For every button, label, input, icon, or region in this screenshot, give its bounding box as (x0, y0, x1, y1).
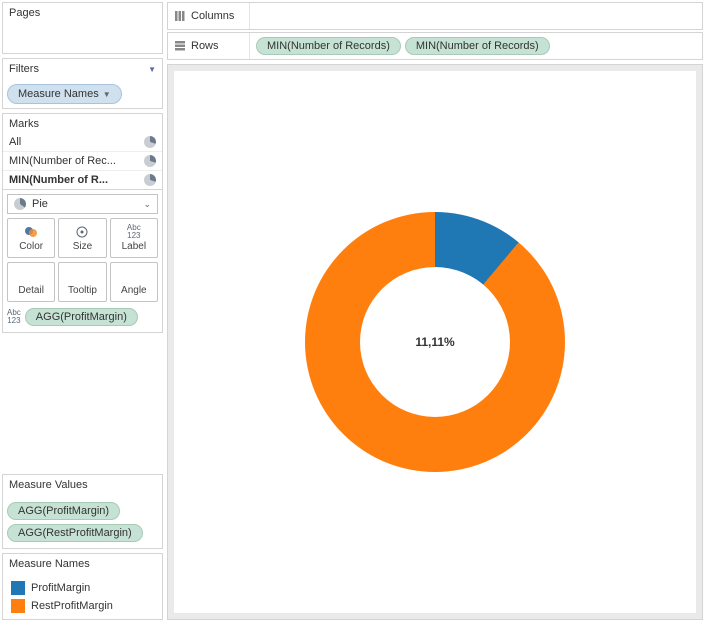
left-pane: Pages Filters ▼ Measure Names ▼ Marks Al… (0, 0, 165, 622)
rows-pill-2[interactable]: MIN(Number of Records) (405, 37, 550, 55)
marks-cards-list: All MIN(Number of Rec... MIN(Number of R… (3, 133, 162, 189)
pages-header: Pages (3, 3, 162, 24)
rows-icon (174, 40, 186, 52)
donut-chart: 11,11% (305, 212, 565, 472)
angle-label: Angle (121, 285, 147, 296)
marks-row-label: All (9, 136, 21, 148)
filters-dropdown-caret[interactable]: ▼ (148, 65, 156, 74)
filters-panel: Filters ▼ Measure Names ▼ (2, 58, 163, 109)
marks-body: Pie ⌄ Color Size Abc123 (3, 189, 162, 332)
legend-label: RestProfitMargin (31, 600, 113, 612)
filter-pill-label: Measure Names (18, 88, 99, 100)
filters-body: Measure Names ▼ (3, 80, 162, 108)
measure-names-body: ProfitMargin RestProfitMargin (3, 575, 162, 619)
legend-swatch (11, 599, 25, 613)
marks-header: Marks (3, 114, 162, 133)
size-label: Size (73, 241, 92, 252)
pages-panel: Pages (2, 2, 163, 54)
mark-type-label: Pie (32, 198, 48, 210)
pie-icon (144, 136, 156, 148)
marks-row-min1[interactable]: MIN(Number of Rec... (3, 151, 162, 170)
marks-row-label: MIN(Number of R... (9, 174, 108, 186)
pages-title: Pages (9, 7, 40, 19)
columns-shelf-label: Columns (168, 3, 250, 29)
label-icon: Abc123 (7, 309, 21, 325)
donut-center-label: 11,11% (415, 335, 454, 349)
color-button[interactable]: Color (7, 218, 55, 258)
label-button[interactable]: Abc123 Label (110, 218, 158, 258)
measure-names-title: Measure Names (9, 558, 90, 570)
tooltip-label: Tooltip (68, 285, 97, 296)
columns-shelf[interactable]: Columns (167, 2, 703, 30)
measure-values-panel: Measure Values AGG(ProfitMargin) AGG(Res… (2, 474, 163, 549)
spacer (2, 337, 163, 470)
legend-swatch (11, 581, 25, 595)
marks-row-min2[interactable]: MIN(Number of R... (3, 170, 162, 189)
detail-label: Detail (18, 285, 44, 296)
pie-icon (144, 155, 156, 167)
color-icon (24, 225, 38, 239)
tooltip-button[interactable]: Tooltip (58, 262, 106, 302)
marks-row-label: MIN(Number of Rec... (9, 155, 116, 167)
mark-buttons-row1: Color Size Abc123 Label (7, 218, 158, 258)
measure-values-body: AGG(ProfitMargin) AGG(RestProfitMargin) (3, 496, 162, 548)
label-pill-row: Abc123 AGG(ProfitMargin) (7, 306, 158, 328)
measure-value-pill-2[interactable]: AGG(RestProfitMargin) (7, 524, 143, 542)
mark-type-select[interactable]: Pie ⌄ (7, 194, 158, 214)
marks-panel: Marks All MIN(Number of Rec... MIN(Numbe… (2, 113, 163, 333)
size-button[interactable]: Size (58, 218, 106, 258)
columns-shelf-content[interactable] (250, 3, 702, 29)
pie-icon (14, 198, 26, 210)
label-icon: Abc123 (127, 225, 141, 239)
filters-title: Filters (9, 63, 39, 75)
columns-label-text: Columns (191, 10, 234, 22)
marks-title: Marks (9, 118, 39, 130)
color-label: Color (19, 241, 43, 252)
detail-button[interactable]: Detail (7, 262, 55, 302)
mark-buttons-row2: Detail Tooltip Angle (7, 262, 158, 302)
legend-label: ProfitMargin (31, 582, 90, 594)
size-icon (75, 225, 89, 239)
legend-item-restprofitmargin[interactable]: RestProfitMargin (7, 597, 158, 615)
viz-area: 11,11% (167, 64, 703, 620)
filters-header: Filters ▼ (3, 59, 162, 80)
measure-value-pill-1[interactable]: AGG(ProfitMargin) (7, 502, 120, 520)
chevron-down-icon: ⌄ (143, 199, 151, 210)
chevron-down-icon: ▼ (103, 90, 111, 99)
marks-row-all[interactable]: All (3, 133, 162, 151)
measure-names-header: Measure Names (3, 554, 162, 575)
rows-label-text: Rows (191, 40, 219, 52)
viz-canvas[interactable]: 11,11% (174, 71, 696, 613)
rows-shelf-label: Rows (168, 33, 250, 59)
measure-values-title: Measure Values (9, 479, 88, 491)
measure-names-panel: Measure Names ProfitMargin RestProfitMar… (2, 553, 163, 620)
columns-icon (174, 10, 186, 22)
rows-pill-1[interactable]: MIN(Number of Records) (256, 37, 401, 55)
pie-icon (144, 174, 156, 186)
legend-item-profitmargin[interactable]: ProfitMargin (7, 579, 158, 597)
donut-hole: 11,11% (360, 267, 510, 417)
right-pane: Columns Rows MIN(Number of Records) MIN(… (165, 0, 705, 622)
filter-pill-measure-names[interactable]: Measure Names ▼ (7, 84, 122, 104)
label-pill-agg-profitmargin[interactable]: AGG(ProfitMargin) (25, 308, 138, 326)
measure-values-header: Measure Values (3, 475, 162, 496)
angle-button[interactable]: Angle (110, 262, 158, 302)
rows-shelf[interactable]: Rows MIN(Number of Records) MIN(Number o… (167, 32, 703, 60)
rows-shelf-content[interactable]: MIN(Number of Records) MIN(Number of Rec… (250, 33, 702, 59)
label-label: Label (122, 241, 146, 252)
